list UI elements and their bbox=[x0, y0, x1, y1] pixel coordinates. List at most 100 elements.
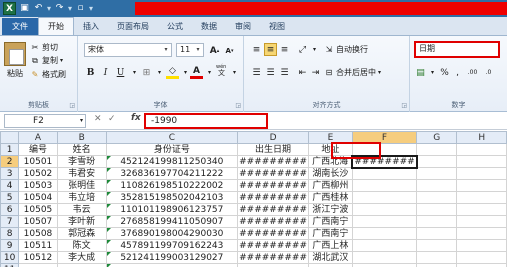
customize-toolbar-icon[interactable]: ▫ bbox=[75, 3, 86, 14]
font-size-combo[interactable]: 11 ▾ bbox=[176, 43, 204, 57]
table-cell[interactable]: 110101198906123757 bbox=[105, 203, 239, 216]
redo-icon[interactable]: ↷ bbox=[54, 3, 65, 14]
table-cell[interactable] bbox=[416, 191, 458, 204]
column-header-e[interactable]: E bbox=[308, 131, 353, 144]
table-cell[interactable]: ######### bbox=[237, 251, 309, 264]
table-cell[interactable] bbox=[308, 263, 353, 267]
table-cell[interactable]: ######### bbox=[237, 155, 309, 168]
name-box[interactable]: F2 ▾ bbox=[4, 114, 86, 128]
table-cell[interactable] bbox=[351, 227, 418, 240]
row-header[interactable]: 7 bbox=[0, 215, 20, 228]
clipboard-launcher-icon[interactable]: ◲ bbox=[69, 102, 75, 109]
table-cell[interactable]: 湖南长沙 bbox=[308, 167, 353, 180]
table-cell[interactable] bbox=[105, 263, 239, 267]
cancel-entry-icon[interactable]: ✕ bbox=[94, 114, 102, 124]
table-cell[interactable]: ######### bbox=[237, 203, 309, 216]
align-center-icon[interactable]: ☰ bbox=[264, 66, 277, 79]
row-header[interactable]: 10 bbox=[0, 251, 20, 264]
table-cell[interactable]: 10501 bbox=[18, 155, 58, 168]
font-size-dropdown-icon[interactable]: ▾ bbox=[193, 44, 203, 56]
table-cell[interactable]: 10504 bbox=[18, 191, 58, 204]
row-header[interactable]: 11 bbox=[0, 263, 20, 267]
table-cell[interactable] bbox=[456, 191, 507, 204]
italic-button[interactable]: I bbox=[99, 66, 112, 79]
table-cell[interactable]: 韦君安 bbox=[56, 167, 107, 180]
table-cell[interactable]: 452124199811250340 bbox=[105, 155, 239, 168]
align-right-icon[interactable]: ☰ bbox=[278, 66, 291, 79]
shrink-font-button[interactable]: A ▾ bbox=[223, 44, 236, 57]
row-header[interactable]: 6 bbox=[0, 203, 20, 216]
row-header[interactable]: 8 bbox=[0, 227, 20, 240]
wrap-text-button[interactable]: ⇲ 自动换行 bbox=[324, 44, 368, 55]
table-cell[interactable] bbox=[456, 263, 507, 267]
save-icon[interactable]: ▣ bbox=[19, 3, 30, 14]
table-cell[interactable]: ######### bbox=[237, 167, 309, 180]
row-header[interactable]: 2 bbox=[0, 155, 20, 168]
font-name-dropdown-icon[interactable]: ▾ bbox=[161, 44, 171, 56]
tab-page-layout[interactable]: 页面布局 bbox=[108, 18, 158, 35]
tab-data[interactable]: 数据 bbox=[192, 18, 226, 35]
table-cell[interactable]: ######### bbox=[237, 239, 309, 252]
copy-dropdown-icon[interactable]: ▾ bbox=[60, 57, 63, 64]
row-header[interactable]: 9 bbox=[0, 239, 20, 252]
table-cell[interactable]: 陈文 bbox=[56, 239, 107, 252]
table-cell[interactable] bbox=[416, 239, 458, 252]
table-cell[interactable]: 韦云 bbox=[56, 203, 107, 216]
table-cell[interactable] bbox=[456, 227, 507, 240]
header-cell[interactable] bbox=[351, 143, 418, 156]
merge-dropdown-icon[interactable]: ▾ bbox=[378, 69, 381, 76]
table-cell[interactable] bbox=[416, 227, 458, 240]
insert-function-button[interactable]: fx bbox=[131, 113, 141, 123]
header-cell[interactable]: 出生日期 bbox=[237, 143, 309, 156]
phonetic-dropdown-icon[interactable]: ▾ bbox=[228, 66, 241, 79]
table-cell[interactable]: 352815198502042103 bbox=[105, 191, 239, 204]
underline-button[interactable]: U bbox=[114, 66, 127, 79]
table-cell[interactable] bbox=[351, 179, 418, 192]
table-cell[interactable]: 10511 bbox=[18, 239, 58, 252]
name-box-dropdown-icon[interactable]: ▾ bbox=[80, 115, 83, 127]
table-cell[interactable]: 广西南宁 bbox=[308, 215, 353, 228]
table-cell[interactable]: 李叶新 bbox=[56, 215, 107, 228]
font-launcher-icon[interactable]: ◲ bbox=[235, 102, 241, 109]
cut-button[interactable]: ✂ 剪切 bbox=[30, 42, 58, 53]
copy-button[interactable]: ⧉ 复制 ▾ bbox=[30, 55, 63, 66]
table-cell[interactable]: 李大成 bbox=[56, 251, 107, 264]
phonetic-button[interactable]: wén 文 bbox=[215, 64, 228, 79]
header-cell[interactable]: 地址 bbox=[308, 143, 353, 156]
table-cell[interactable]: 郭冠森 bbox=[56, 227, 107, 240]
row-header[interactable]: 4 bbox=[0, 179, 20, 192]
table-cell[interactable] bbox=[351, 215, 418, 228]
table-cell[interactable] bbox=[416, 251, 458, 264]
table-cell[interactable] bbox=[351, 167, 418, 180]
table-cell[interactable]: 276858199411050907 bbox=[105, 215, 239, 228]
percent-style-button[interactable]: % bbox=[438, 66, 451, 79]
table-cell[interactable] bbox=[351, 239, 418, 252]
header-cell[interactable] bbox=[456, 143, 507, 156]
column-header-g[interactable]: G bbox=[416, 131, 458, 144]
column-header-b[interactable]: B bbox=[56, 131, 107, 144]
select-all-corner[interactable] bbox=[0, 131, 20, 144]
table-cell[interactable]: 湖北武汉 bbox=[308, 251, 353, 264]
tab-file[interactable]: 文件 bbox=[2, 18, 38, 35]
table-cell[interactable]: 广西南宁 bbox=[308, 227, 353, 240]
column-header-c[interactable]: C bbox=[105, 131, 239, 144]
table-cell[interactable] bbox=[351, 263, 418, 267]
align-left-icon[interactable]: ☰ bbox=[250, 66, 263, 79]
font-name-combo[interactable]: 宋体 ▾ bbox=[84, 43, 172, 57]
table-cell[interactable]: 10505 bbox=[18, 203, 58, 216]
paste-button[interactable]: 粘贴 bbox=[4, 42, 26, 79]
table-cell[interactable]: 广西柳州 bbox=[308, 179, 353, 192]
header-cell[interactable]: 姓名 bbox=[56, 143, 107, 156]
table-cell[interactable] bbox=[18, 263, 58, 267]
tab-review[interactable]: 审阅 bbox=[226, 18, 260, 35]
column-header-a[interactable]: A bbox=[18, 131, 58, 144]
table-cell[interactable] bbox=[456, 155, 507, 168]
table-cell[interactable]: 521241199003129027 bbox=[105, 251, 239, 264]
alignment-launcher-icon[interactable]: ◲ bbox=[401, 102, 407, 109]
table-cell[interactable]: 10508 bbox=[18, 227, 58, 240]
table-cell[interactable]: ######### bbox=[237, 191, 309, 204]
table-cell[interactable] bbox=[416, 203, 458, 216]
bold-button[interactable]: B bbox=[84, 66, 97, 79]
header-cell[interactable]: 身份证号 bbox=[105, 143, 239, 156]
table-cell[interactable] bbox=[56, 263, 107, 267]
